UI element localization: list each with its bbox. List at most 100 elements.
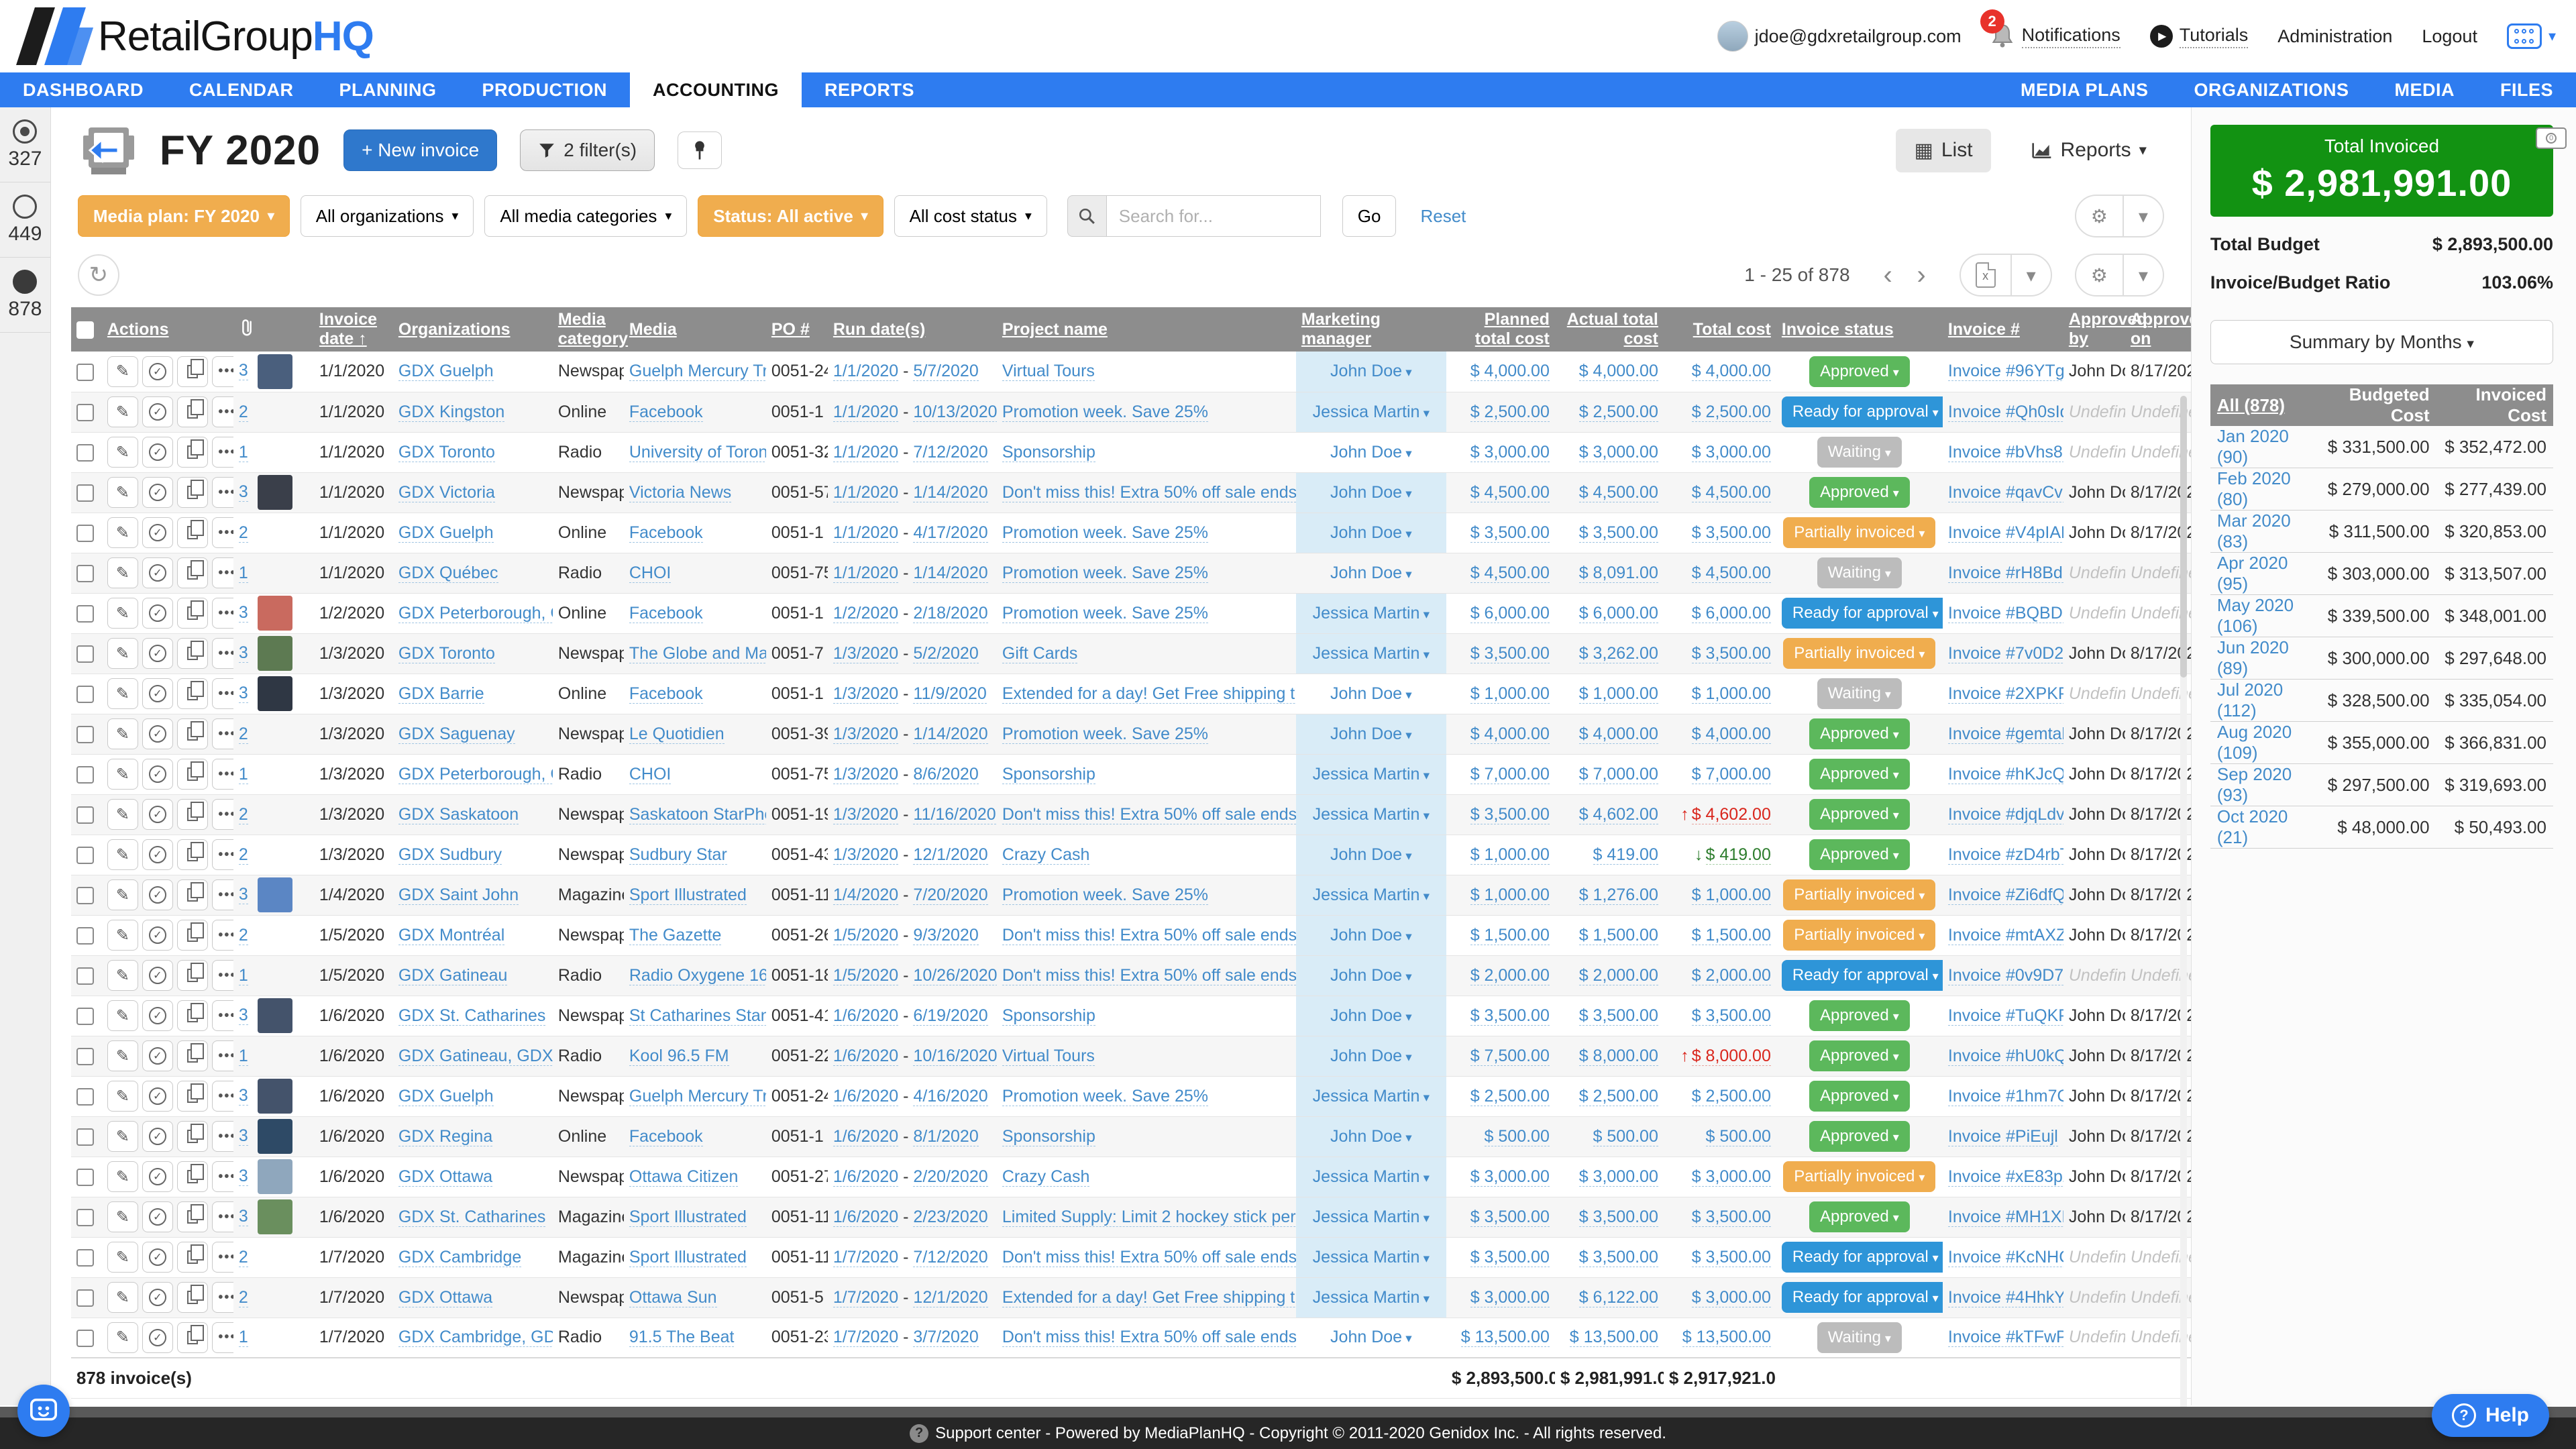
run-start-link[interactable]: 1/6/2020: [833, 1006, 898, 1026]
duplicate-button[interactable]: [177, 557, 208, 588]
invoice-status-dropdown[interactable]: Approved▾: [1809, 718, 1910, 749]
invoice-number-link[interactable]: Invoice #4HhkYr: [1948, 1288, 2063, 1307]
invoice-status-dropdown[interactable]: Waiting▾: [1817, 437, 1902, 468]
invoice-number-link[interactable]: Invoice #MH1XN3: [1948, 1208, 2063, 1227]
more-actions-button[interactable]: •••: [212, 396, 233, 427]
actual-cost-link[interactable]: $ 2,000.00: [1579, 966, 1658, 985]
invoice-status-dropdown[interactable]: Partially invoiced▾: [1783, 920, 1935, 951]
row-checkbox[interactable]: [76, 565, 94, 582]
marketing-manager-dropdown[interactable]: Jessica Martin ▾: [1313, 1288, 1430, 1307]
invoice-status-dropdown[interactable]: Approved▾: [1809, 799, 1910, 830]
row-checkbox[interactable]: [76, 967, 94, 985]
attachments-count-link[interactable]: 3: [239, 1167, 248, 1186]
organization-link[interactable]: GDX Guelph: [398, 523, 494, 543]
attachments-count-link[interactable]: 1: [239, 765, 248, 784]
filter-chip-media-plan-fy-2020[interactable]: Media plan: FY 2020▾: [78, 195, 290, 237]
more-actions-button[interactable]: •••: [212, 1121, 233, 1152]
approve-button[interactable]: ✓: [142, 1322, 173, 1353]
duplicate-button[interactable]: [177, 638, 208, 669]
nav-tab-accounting[interactable]: ACCOUNTING: [630, 72, 802, 107]
planned-cost-link[interactable]: $ 2,500.00: [1470, 402, 1550, 422]
invoice-status-dropdown[interactable]: Approved▾: [1809, 839, 1910, 870]
nav-tab-media-plans[interactable]: MEDIA PLANS: [1998, 72, 2171, 107]
row-checkbox[interactable]: [76, 726, 94, 743]
row-checkbox[interactable]: [76, 1088, 94, 1106]
approve-button[interactable]: ✓: [142, 1081, 173, 1112]
invoice-status-dropdown[interactable]: Waiting▾: [1817, 1322, 1902, 1353]
gear-icon[interactable]: ⚙: [2076, 196, 2123, 236]
organization-link[interactable]: GDX Kingston: [398, 402, 504, 422]
approve-button[interactable]: ✓: [142, 879, 173, 910]
total-cost-link[interactable]: $ 3,500.00: [1692, 1248, 1771, 1267]
nav-tab-production[interactable]: PRODUCTION: [460, 72, 631, 107]
row-checkbox[interactable]: [76, 1169, 94, 1186]
edit-button[interactable]: ✎: [107, 718, 138, 749]
planned-cost-link[interactable]: $ 3,000.00: [1470, 443, 1550, 462]
more-actions-button[interactable]: •••: [212, 1322, 233, 1353]
run-start-link[interactable]: 1/5/2020: [833, 926, 898, 945]
approve-button[interactable]: ✓: [142, 960, 173, 991]
more-actions-button[interactable]: •••: [212, 759, 233, 790]
total-cost-link[interactable]: $ 1,000.00: [1692, 885, 1771, 905]
media-link[interactable]: Sport Illustrated: [629, 1248, 747, 1267]
organization-link[interactable]: GDX Sudbury: [398, 845, 502, 865]
organization-link[interactable]: GDX Saskatoon: [398, 805, 519, 824]
media-link[interactable]: Radio Oxygene 1670AM: [629, 966, 766, 985]
marketing-manager-dropdown[interactable]: John Doe ▾: [1330, 1127, 1412, 1146]
search-go-button[interactable]: Go: [1342, 195, 1397, 237]
invoice-status-dropdown[interactable]: Ready for approval▾: [1782, 1282, 1943, 1313]
run-start-link[interactable]: 1/6/2020: [833, 1127, 898, 1146]
nav-tab-planning[interactable]: PLANNING: [317, 72, 460, 107]
total-cost-link[interactable]: $ 500.00: [1706, 1127, 1771, 1146]
project-link[interactable]: Limited Supply: Limit 2 hockey stick per…: [1002, 1208, 1296, 1227]
organization-link[interactable]: GDX Ottawa: [398, 1167, 492, 1187]
new-invoice-button[interactable]: + New invoice: [343, 129, 497, 171]
help-button[interactable]: ? Help: [2432, 1394, 2549, 1437]
approve-button[interactable]: ✓: [142, 1121, 173, 1152]
attachment-thumbnail[interactable]: [258, 1079, 292, 1114]
attachments-count-link[interactable]: 2: [239, 523, 248, 543]
total-cost-link[interactable]: $ 7,000.00: [1692, 765, 1771, 784]
planned-cost-link[interactable]: $ 13,500.00: [1461, 1328, 1550, 1347]
workspace-switcher[interactable]: ▾: [2507, 23, 2556, 49]
filter-chip-status-all-active[interactable]: Status: All active▾: [698, 195, 883, 237]
run-end-link[interactable]: 6/19/2020: [913, 1006, 987, 1026]
invoice-number-link[interactable]: Invoice #hU0kQd: [1948, 1046, 2063, 1066]
project-link[interactable]: Promotion week. Save 25%: [1002, 564, 1208, 583]
row-checkbox[interactable]: [76, 1330, 94, 1347]
actual-cost-link[interactable]: $ 1,276.00: [1579, 885, 1658, 905]
edit-button[interactable]: ✎: [107, 638, 138, 669]
more-actions-button[interactable]: •••: [212, 1040, 233, 1071]
total-cost-link[interactable]: $ 419.00: [1706, 845, 1771, 865]
invoice-status-dropdown[interactable]: Partially invoiced▾: [1783, 638, 1935, 669]
marketing-manager-dropdown[interactable]: John Doe ▾: [1330, 443, 1412, 462]
run-start-link[interactable]: 1/2/2020: [833, 604, 898, 623]
duplicate-button[interactable]: [177, 517, 208, 548]
media-link[interactable]: Sport Illustrated: [629, 1208, 747, 1227]
run-start-link[interactable]: 1/1/2020: [833, 362, 898, 381]
marketing-manager-dropdown[interactable]: Jessica Martin ▾: [1313, 1167, 1430, 1186]
attachment-thumbnail[interactable]: [258, 475, 292, 510]
media-link[interactable]: University of Toronto: [629, 443, 766, 462]
duplicate-button[interactable]: [177, 1282, 208, 1313]
media-link[interactable]: Le Quotidien: [629, 724, 724, 744]
month-link[interactable]: May 2020 (106): [2217, 595, 2294, 636]
row-checkbox[interactable]: [76, 1249, 94, 1267]
approve-button[interactable]: ✓: [142, 477, 173, 508]
row-checkbox[interactable]: [76, 887, 94, 904]
administration-link[interactable]: Administration: [2277, 26, 2392, 47]
actual-cost-link[interactable]: $ 419.00: [1593, 845, 1658, 865]
attachments-count-link[interactable]: 1: [239, 443, 248, 462]
invoice-number-link[interactable]: Invoice #KcNHCP: [1948, 1248, 2063, 1267]
invoice-number-link[interactable]: Invoice #hKJcQz: [1948, 765, 2063, 784]
run-end-link[interactable]: 1/14/2020: [913, 483, 987, 502]
edit-button[interactable]: ✎: [107, 678, 138, 709]
attachments-count-link[interactable]: 3: [239, 482, 248, 502]
media-link[interactable]: Guelph Mercury Tribune: [629, 1087, 766, 1106]
attachments-count-link[interactable]: 3: [239, 1207, 248, 1226]
invoice-status-dropdown[interactable]: Approved▾: [1809, 1121, 1910, 1152]
invoice-number-link[interactable]: Invoice #BQBDQr: [1948, 604, 2063, 623]
attachments-count-link[interactable]: 2: [239, 1248, 248, 1267]
more-actions-button[interactable]: •••: [212, 1242, 233, 1273]
more-actions-button[interactable]: •••: [212, 1000, 233, 1031]
